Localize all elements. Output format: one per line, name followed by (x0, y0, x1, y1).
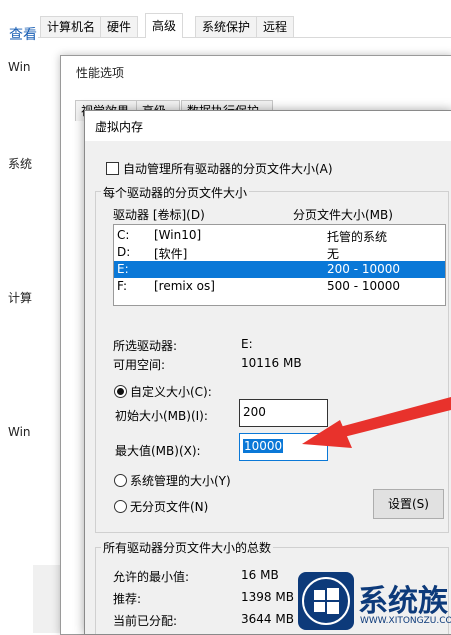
drive-column-header: 驱动器 [卷标](D) (113, 208, 205, 222)
drive-list[interactable]: C: [Win10] 托管的系统 D: [软件] 无 E: 200 - 1000… (113, 224, 446, 306)
performance-options-title: 性能选项 (76, 66, 125, 80)
drive-row[interactable]: D: [软件] 无 (114, 244, 445, 261)
initial-size-label: 初始大小(MB)(I): (115, 409, 208, 423)
totals-group-caption: 所有驱动器分页文件大小的总数 (101, 539, 274, 556)
drive-letter: D: (117, 245, 131, 259)
custom-size-label[interactable]: 自定义大小(C): (130, 383, 212, 400)
min-allowed-value: 16 MB (241, 568, 279, 582)
watermark-url: WWW.XITONGZU.COM (360, 616, 451, 626)
bg-text-fragment: Win (8, 425, 31, 439)
drive-label: [remix os] (154, 279, 215, 293)
set-button[interactable]: 设置(S) (373, 489, 444, 519)
max-size-value: 10000 (243, 439, 284, 453)
drive-paging-size: 200 - 10000 (327, 262, 401, 276)
current-allocated-value: 3644 MB (241, 612, 294, 626)
drive-row-selected[interactable]: E: 200 - 10000 (114, 261, 445, 278)
performance-options-titlebar: 性能选项 (61, 56, 451, 86)
initial-size-value: 200 (243, 405, 266, 419)
bg-link-fragment[interactable]: 查看 (9, 24, 37, 44)
drive-letter: E: (117, 262, 129, 276)
virtual-memory-title: 虚拟内存 (95, 120, 144, 134)
max-size-label: 最大值(MB)(X): (115, 444, 201, 458)
selected-drive-label: 所选驱动器: (113, 339, 178, 353)
tab-system-protection[interactable]: 系统保护 (195, 16, 258, 37)
free-space-label: 可用空间: (113, 358, 166, 372)
drive-paging-size: 无 (327, 247, 340, 261)
per-drive-group-caption: 每个驱动器的分页文件大小 (101, 184, 250, 201)
windows-logo-icon (298, 572, 354, 630)
min-allowed-label: 允许的最小值: (113, 570, 190, 584)
no-paging-label[interactable]: 无分页文件(N) (130, 498, 208, 515)
system-managed-radio[interactable] (114, 474, 127, 487)
drive-row[interactable]: C: [Win10] 托管的系统 (114, 227, 445, 244)
no-paging-radio[interactable] (114, 500, 127, 513)
custom-size-radio[interactable] (114, 385, 127, 398)
size-column-header: 分页文件大小(MB) (293, 208, 393, 222)
system-properties-tabs: 计算机名 硬件 高级 系统保护 远程 (38, 13, 451, 38)
free-space-value: 10116 MB (241, 356, 302, 370)
tab-computer-name[interactable]: 计算机名 (40, 16, 103, 37)
recommended-label: 推荐: (113, 592, 142, 606)
system-managed-label[interactable]: 系统管理的大小(Y) (130, 472, 231, 489)
windows-flag-icon (302, 577, 350, 625)
max-size-input[interactable]: 10000 (239, 433, 328, 461)
current-allocated-label: 当前已分配: (113, 614, 178, 628)
watermark: 系统族 WWW.XITONGZU.COM (298, 570, 451, 633)
virtual-memory-titlebar[interactable]: 虚拟内存 (85, 111, 451, 141)
selected-drive-value: E: (241, 337, 253, 351)
drive-paging-size: 500 - 10000 (327, 279, 401, 293)
background-left-panel: 查看 Win 系统 计算 Win (0, 0, 37, 633)
bg-text-fragment: 计算 (8, 291, 33, 305)
virtual-memory-dialog: 虚拟内存 自动管理所有驱动器的分页文件大小(A) 每个驱动器的分页文件大小 驱动… (84, 110, 451, 635)
bg-text-fragment: 系统 (8, 157, 33, 171)
watermark-text: 系统族 (358, 584, 448, 619)
auto-manage-checkbox[interactable] (106, 162, 119, 175)
tab-remote[interactable]: 远程 (256, 16, 295, 37)
drive-letter: F: (117, 279, 128, 293)
drive-paging-size: 托管的系统 (327, 230, 388, 244)
drive-label: [Win10] (154, 228, 202, 242)
drive-label: [软件] (154, 247, 188, 261)
recommended-value: 1398 MB (241, 590, 294, 604)
radio-dot (117, 388, 124, 395)
tab-advanced[interactable]: 高级 (145, 13, 184, 38)
drive-letter: C: (117, 228, 130, 242)
tab-hardware[interactable]: 硬件 (100, 16, 139, 37)
bg-text-fragment: Win (8, 60, 31, 74)
auto-manage-label[interactable]: 自动管理所有驱动器的分页文件大小(A) (123, 160, 333, 177)
drive-row[interactable]: F: [remix os] 500 - 10000 (114, 278, 445, 295)
initial-size-input[interactable]: 200 (239, 399, 328, 427)
